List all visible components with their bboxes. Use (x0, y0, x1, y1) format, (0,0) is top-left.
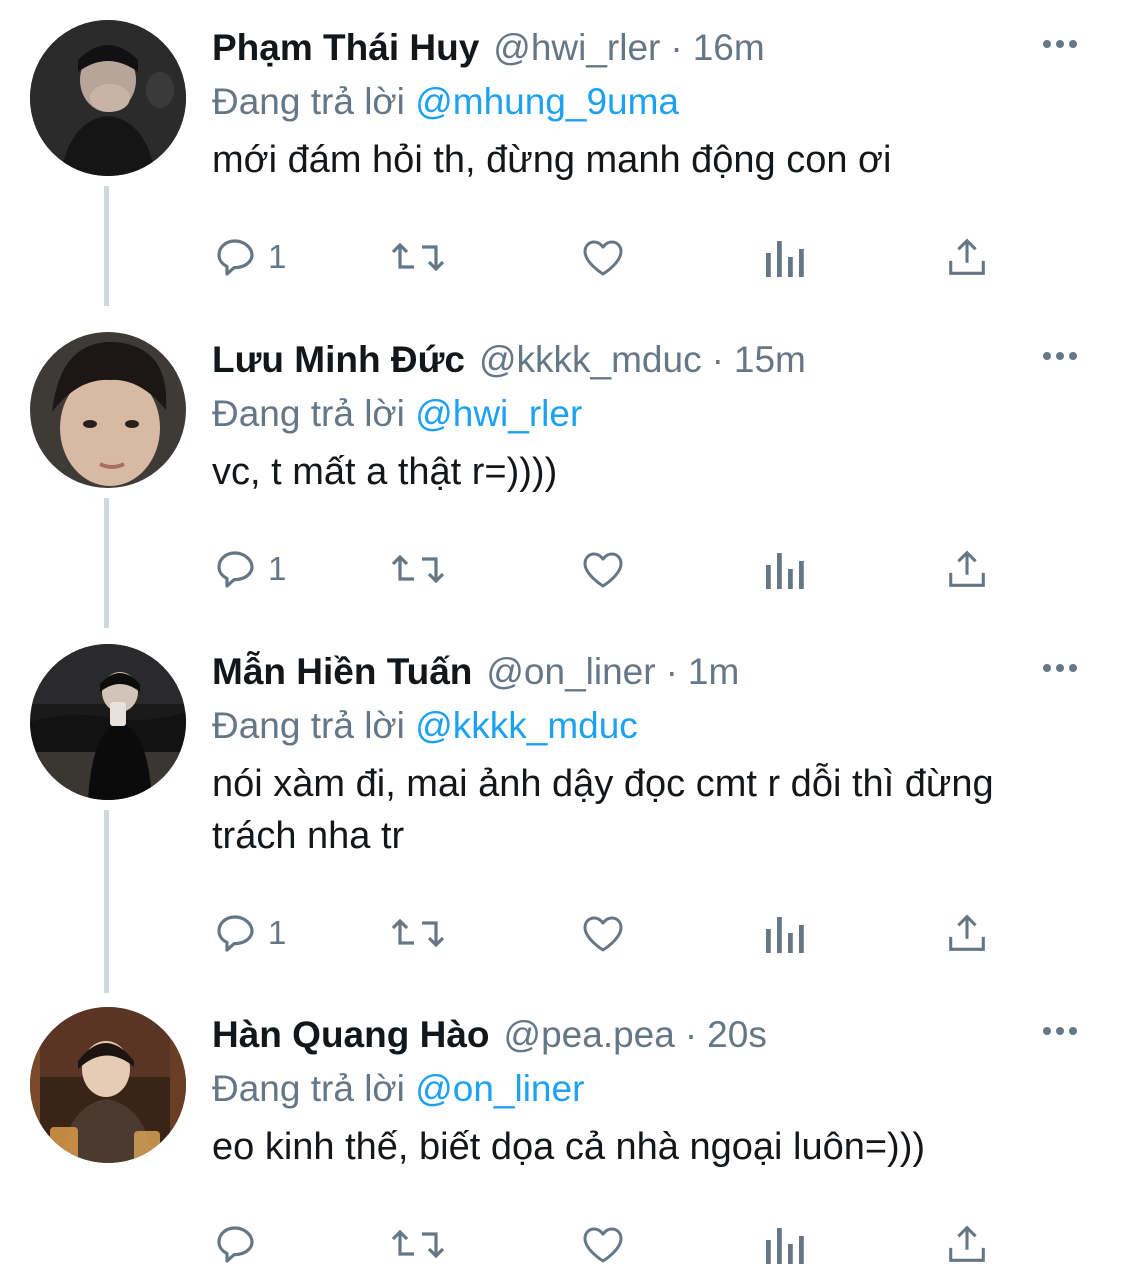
tweet-text: eo kinh thế, biết dọa cả nhà ngoại luôn=… (212, 1126, 926, 1168)
display-name[interactable]: Lưu Minh Đức (212, 339, 465, 381)
retweet-icon (391, 554, 445, 584)
retweet-icon (391, 1229, 445, 1259)
timestamp[interactable]: 1m (688, 651, 739, 693)
reply-button[interactable]: 1 (212, 232, 286, 282)
analytics-icon (766, 241, 804, 277)
tweet-text: vc, t mất a thật r=)))) (212, 451, 558, 493)
tweet-header: Mẫn Hiền Tuấn @on_liner · 1m (212, 644, 1085, 700)
replying-prefix: Đang trả lời (212, 81, 405, 122)
separator: · (711, 339, 724, 380)
analytics-icon (766, 917, 804, 953)
share-icon (949, 914, 985, 951)
replying-prefix: Đang trả lời (212, 705, 405, 746)
separator: · (665, 651, 678, 692)
avatar[interactable] (30, 644, 186, 800)
share-button[interactable] (944, 232, 990, 282)
share-button[interactable] (944, 544, 990, 594)
replying-to: Đang trả lời @mhung_9uma (212, 76, 1085, 128)
retweet-button[interactable] (388, 908, 448, 958)
reply-button[interactable]: 1 (212, 908, 286, 958)
avatar[interactable] (30, 20, 186, 176)
like-icon (583, 240, 623, 276)
share-icon (949, 238, 985, 275)
like-button[interactable] (578, 544, 628, 594)
reply-icon (217, 915, 254, 952)
like-button[interactable] (578, 1219, 628, 1269)
replying-to: Đang trả lời @hwi_rler (212, 388, 1085, 440)
reply-button[interactable] (212, 1219, 268, 1269)
reply-count: 1 (268, 550, 287, 587)
replying-to: Đang trả lời @kkkk_mduc (212, 700, 1085, 752)
tweet-text: mới đám hỏi th, đừng manh động con ơi (212, 139, 892, 181)
more-icon[interactable] (1035, 1011, 1085, 1051)
retweet-button[interactable] (388, 544, 448, 594)
display-name[interactable]: Hàn Quang Hào (212, 1014, 490, 1056)
mention-link[interactable]: @hwi_rler (415, 393, 582, 434)
thread-line (104, 810, 109, 993)
retweet-button[interactable] (388, 232, 448, 282)
like-button[interactable] (578, 908, 628, 958)
avatar[interactable] (30, 1007, 186, 1163)
analytics-icon (766, 1228, 804, 1264)
analytics-button[interactable] (764, 544, 806, 594)
username[interactable]: @hwi_rler (493, 27, 660, 69)
replying-prefix: Đang trả lời (212, 1068, 405, 1109)
replying-to: Đang trả lời @on_liner (212, 1063, 1085, 1115)
like-icon (583, 1227, 623, 1263)
retweet-icon (391, 242, 445, 272)
username[interactable]: @kkkk_mduc (479, 339, 702, 381)
separator: · (670, 27, 683, 68)
more-icon[interactable] (1035, 24, 1085, 64)
action-bar: 1 (212, 232, 1012, 282)
like-icon (583, 552, 623, 588)
thread-line (104, 186, 109, 306)
tweet-header: Hàn Quang Hào @pea.pea · 20s (212, 1007, 1085, 1063)
thread-line (104, 498, 109, 628)
display-name[interactable]: Phạm Thái Huy (212, 27, 479, 69)
separator: · (684, 1014, 698, 1055)
mention-link[interactable]: @on_liner (415, 1068, 584, 1109)
share-button[interactable] (944, 908, 990, 958)
more-icon[interactable] (1035, 648, 1085, 688)
reply-icon (217, 551, 254, 588)
like-icon (583, 916, 623, 952)
reply-icon (217, 239, 254, 276)
reply-count: 1 (268, 914, 287, 951)
timestamp[interactable]: 20s (707, 1014, 767, 1056)
timestamp[interactable]: 15m (734, 339, 806, 381)
more-icon[interactable] (1035, 336, 1085, 376)
like-button[interactable] (578, 232, 628, 282)
share-button[interactable] (944, 1219, 990, 1269)
tweet-text: nói xàm đi, mai ảnh dậy đọc cmt r dỗi th… (212, 763, 994, 857)
reply-icon (217, 1226, 254, 1263)
reply-button[interactable]: 1 (212, 544, 286, 594)
mention-link[interactable]: @mhung_9uma (415, 81, 679, 122)
mention-link[interactable]: @kkkk_mduc (415, 705, 638, 746)
tweet-header: Lưu Minh Đức @kkkk_mduc · 15m (212, 332, 1085, 388)
username[interactable]: @on_liner (486, 651, 655, 693)
username[interactable]: @pea.pea (504, 1014, 675, 1056)
timestamp[interactable]: 16m (693, 27, 765, 69)
analytics-icon (766, 553, 804, 589)
analytics-button[interactable] (764, 232, 806, 282)
tweet-header: Phạm Thái Huy @hwi_rler · 16m (212, 20, 1085, 76)
retweet-icon (391, 918, 445, 948)
share-icon (949, 550, 985, 587)
share-icon (949, 1225, 985, 1262)
action-bar (212, 1219, 1012, 1269)
reply-count: 1 (268, 238, 287, 275)
display-name[interactable]: Mẫn Hiền Tuấn (212, 651, 472, 693)
retweet-button[interactable] (388, 1219, 448, 1269)
analytics-button[interactable] (764, 908, 806, 958)
action-bar: 1 (212, 544, 1012, 594)
avatar[interactable] (30, 332, 186, 488)
reply-thread: Phạm Thái Huy @hwi_rler · 16m Đang trả l… (0, 0, 1125, 1282)
action-bar: 1 (212, 908, 1012, 958)
replying-prefix: Đang trả lời (212, 393, 405, 434)
analytics-button[interactable] (764, 1219, 806, 1269)
